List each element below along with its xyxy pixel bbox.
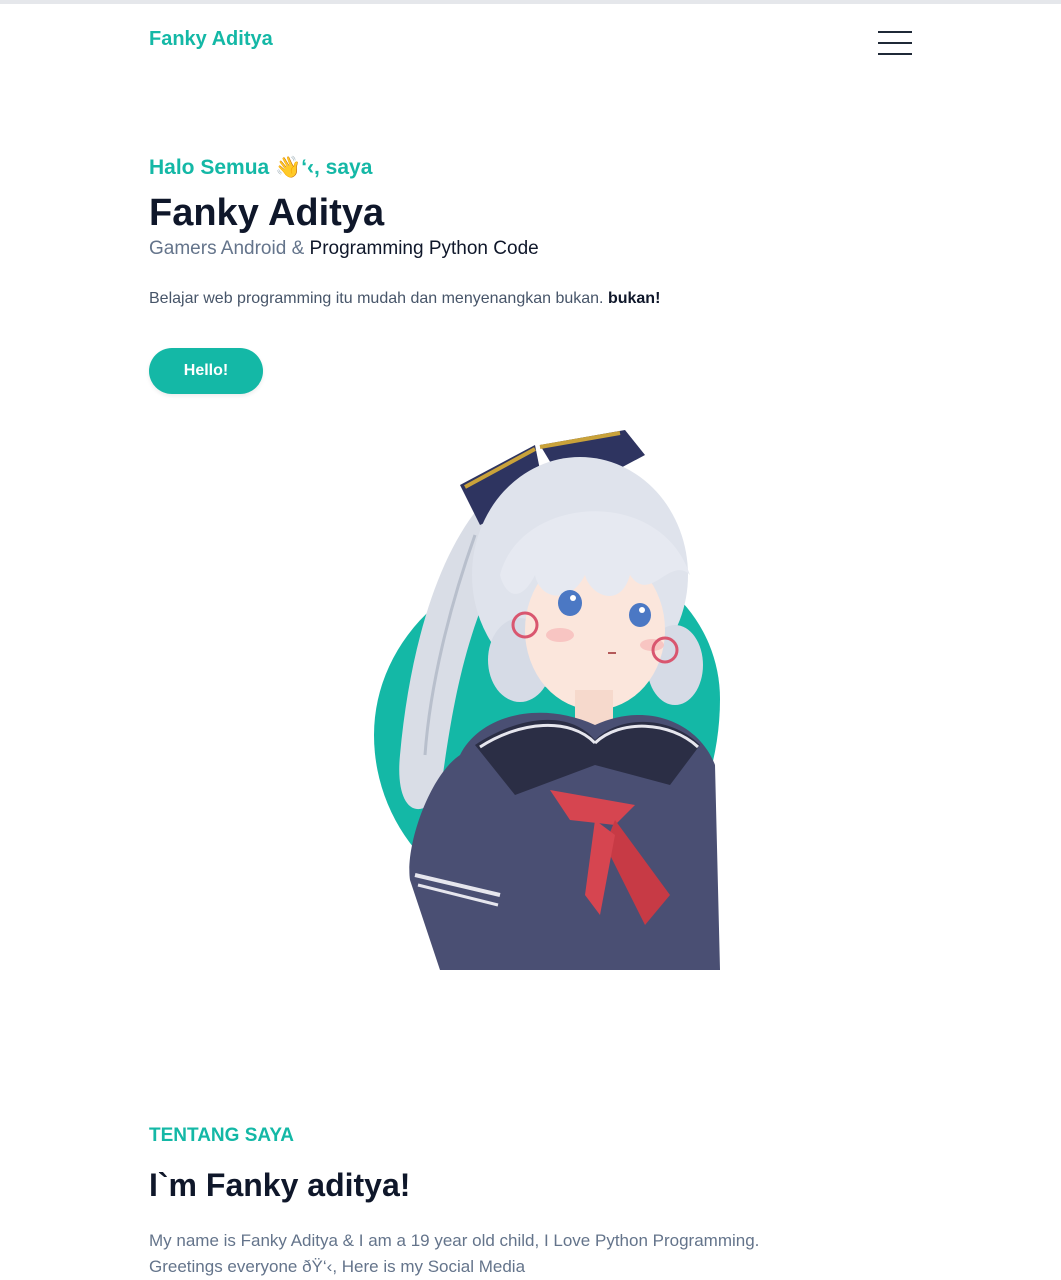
navbar: Fanky Aditya [0, 4, 1061, 80]
about-section: TENTANG SAYA I`m Fanky aditya! My name i… [149, 1125, 909, 1280]
about-text: My name is Fanky Aditya & I am a 19 year… [149, 1231, 760, 1276]
subtitle-strong: Programming Python Code [309, 238, 539, 259]
hero-greeting: Halo Semua 👋‘‹, saya [149, 156, 373, 179]
hamburger-line [878, 53, 912, 55]
brand-link[interactable]: Fanky Aditya [149, 28, 273, 51]
about-label: TENTANG SAYA [149, 1125, 294, 1146]
hello-button[interactable]: Hello! [149, 348, 263, 394]
lead-plain: Belajar web programming itu mudah dan me… [149, 290, 608, 307]
hero-name: Fanky Aditya [149, 192, 385, 234]
hamburger-line [878, 31, 912, 33]
lead-strong: bukan! [607, 290, 661, 307]
hamburger-line [878, 42, 912, 44]
hamburger-menu-icon[interactable] [878, 29, 912, 57]
subtitle-plain: Gamers Android & [149, 238, 310, 259]
hero-lead: Belajar web programming itu mudah dan me… [149, 290, 909, 308]
about-title: I`m Fanky aditya! [149, 1167, 411, 1203]
anime-girl-illustration [399, 430, 720, 970]
hero-subtitle: Gamers Android & Programming Python Code [149, 238, 909, 260]
hero-section: Halo Semua 👋‘‹, saya Fanky Aditya Gamers… [149, 150, 909, 394]
hero-illustration [370, 425, 722, 970]
